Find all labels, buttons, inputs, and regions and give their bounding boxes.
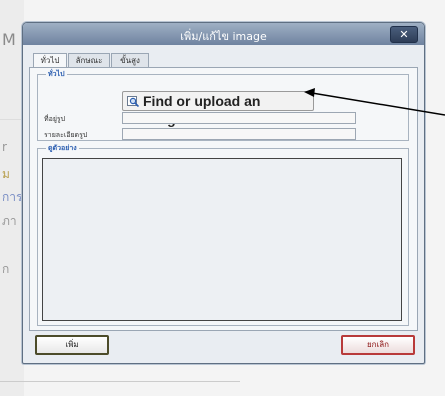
background-text-fragment: M [2, 30, 16, 49]
image-description-input[interactable] [122, 128, 356, 140]
image-url-input[interactable] [122, 112, 356, 124]
close-button[interactable]: ✕ [390, 26, 418, 43]
insert-button[interactable]: เพิ่ม [35, 335, 109, 355]
background-sidebar: M r ม การ ภา ก [0, 0, 24, 396]
close-icon: ✕ [399, 28, 409, 41]
background-divider [0, 381, 240, 382]
tab-panel: ทั่วไป Find or upload an image... ที่อยู… [29, 67, 418, 331]
tab-appearance[interactable]: ลักษณะ [68, 53, 110, 68]
general-fieldset: ทั่วไป Find or upload an image... ที่อยู… [37, 69, 409, 141]
dialog-title: เพิ่ม/แก้ไข image [180, 30, 267, 43]
general-legend: ทั่วไป [46, 69, 67, 80]
background-text-fragment: ภา [2, 214, 17, 228]
background-text-fragment: r [2, 140, 7, 154]
background-text-fragment: การ [2, 190, 23, 204]
find-upload-image-button[interactable]: Find or upload an image... [122, 91, 314, 127]
background-divider [0, 119, 24, 120]
background-text-fragment: ม [2, 167, 10, 181]
dialog-titlebar[interactable]: เพิ่ม/แก้ไข image ✕ [23, 23, 424, 45]
image-search-icon [127, 96, 139, 107]
cancel-button[interactable]: ยกเลิก [341, 335, 415, 355]
image-url-label: ที่อยู่รูป [44, 115, 66, 123]
preview-fieldset: ดูตัวอย่าง [37, 143, 409, 326]
image-preview-area [42, 158, 402, 321]
image-dialog: เพิ่ม/แก้ไข image ✕ ทั่วไป ลักษณะ ขั้นสู… [22, 22, 425, 364]
background-text-fragment: ก [2, 262, 10, 276]
image-description-label: รายละเอียดรูป [44, 131, 88, 139]
preview-legend: ดูตัวอย่าง [46, 143, 79, 154]
tab-advanced[interactable]: ขั้นสูง [111, 53, 149, 68]
